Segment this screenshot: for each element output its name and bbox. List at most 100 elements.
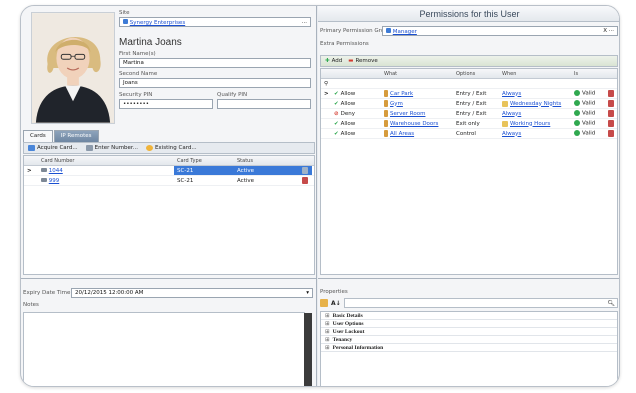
expand-icon[interactable]: ⊞ <box>325 313 330 319</box>
cards-col-status: Status <box>237 157 253 164</box>
property-category[interactable]: ⊞ Basic Details <box>321 312 617 320</box>
qualify-pin-field[interactable] <box>217 99 311 109</box>
portrait-image <box>32 13 114 123</box>
is-label: Valid <box>582 120 596 127</box>
table-row[interactable]: ✔ Allow Warehouse Doors Exit only Working Ho… <box>321 119 617 129</box>
action-label: Deny <box>340 110 355 117</box>
primary-group-link[interactable]: Manager <box>393 29 417 35</box>
trash-icon <box>301 167 308 174</box>
permission-when: Always <box>499 111 571 117</box>
door-icon <box>384 130 388 137</box>
expiry-field[interactable]: 20/12/2015 12:00:00 AM ▾ <box>71 288 313 298</box>
table-row[interactable]: ✔ Allow Gym Entry / Exit Wednesday Nights Val… <box>321 99 617 109</box>
site-field[interactable]: Synergy Enterprises ... <box>119 17 311 27</box>
permission-delete-button[interactable] <box>603 110 615 117</box>
when-link[interactable]: Working Hours <box>510 121 550 127</box>
site-link[interactable]: Synergy Enterprises <box>130 20 185 26</box>
sort-alpha-icon[interactable]: A↓ <box>331 300 341 307</box>
table-row[interactable]: 999 SC-21 Active <box>24 176 314 186</box>
what-link[interactable]: Server Room <box>390 111 425 117</box>
card-delete-button[interactable] <box>294 177 312 184</box>
valid-icon <box>574 110 580 117</box>
expand-icon[interactable]: ⊞ <box>325 329 330 335</box>
first-name-label: First Name(s) <box>119 51 156 57</box>
permission-action[interactable]: ⊘ Deny <box>331 111 381 117</box>
tab-ip-remotes[interactable]: IP Remotes <box>53 130 99 142</box>
add-permission-button[interactable]: ✚ Add <box>325 58 342 64</box>
property-category[interactable]: ⊞ User Lockout <box>321 328 617 336</box>
enter-number-button[interactable]: Enter Number... <box>85 145 138 151</box>
card-delete-button[interactable] <box>294 166 312 175</box>
what-link[interactable]: Gym <box>390 101 403 107</box>
when-link[interactable]: Wednesday Nights <box>510 101 561 107</box>
existing-card-button[interactable]: Existing Card... <box>145 145 197 151</box>
acquire-card-button[interactable]: Acquire Card... <box>28 145 78 151</box>
what-link[interactable]: Car Park <box>390 91 413 97</box>
perm-col-is: Is <box>574 70 579 77</box>
valid-icon <box>574 100 580 107</box>
expand-icon[interactable]: ⊞ <box>325 337 330 343</box>
property-category[interactable]: ⊞ Personal Information <box>321 344 617 352</box>
card-number-link[interactable]: 1044 <box>49 168 63 174</box>
user-full-name: Martina Joans <box>119 37 182 48</box>
property-category[interactable]: ⊞ User Options <box>321 320 617 328</box>
permission-what: Server Room <box>381 110 453 117</box>
app-window: Site Synergy Enterprises ... Martina Joa… <box>20 5 620 387</box>
permission-is: Valid <box>571 110 603 117</box>
clear-button[interactable]: X <box>603 28 607 34</box>
row-marker: > <box>324 90 329 97</box>
table-row[interactable]: ⊘ Deny Server Room Entry / Exit Always Valid <box>321 109 617 119</box>
table-row[interactable]: ✔ Allow All Areas Control Always Valid <box>321 129 617 139</box>
check-icon: ✔ <box>334 130 339 137</box>
permission-action[interactable]: ✔ Allow <box>331 101 381 107</box>
add-icon: ✚ <box>325 58 330 64</box>
security-pin-field[interactable]: •••••••• <box>119 99 213 109</box>
keypad-icon <box>85 145 93 151</box>
primary-group-field[interactable]: Manager X ··· <box>382 26 618 36</box>
what-link[interactable]: Warehouse Doors <box>390 121 438 127</box>
properties-search-input[interactable]: 🔍︎ <box>343 298 618 308</box>
permission-action[interactable]: ✔ Allow <box>331 131 381 137</box>
card-reader-icon <box>28 145 35 151</box>
row-marker: > <box>27 167 32 174</box>
door-icon <box>384 90 388 97</box>
action-label: Allow <box>340 130 356 137</box>
browse-button[interactable]: ··· <box>609 28 614 34</box>
delete-icon <box>607 110 614 117</box>
second-name-field[interactable]: Joans <box>119 78 311 88</box>
permission-delete-button[interactable] <box>603 100 615 107</box>
what-link[interactable]: All Areas <box>390 131 414 137</box>
expand-icon[interactable]: ⊞ <box>325 321 330 327</box>
table-row[interactable]: > ✔ Allow Car Park Entry / Exit Always Valid <box>321 89 617 99</box>
properties-grid: ⊞ Basic Details ⊞ User Options ⊞ User Lockout… <box>320 311 618 386</box>
cards-col-type: Card Type <box>177 157 202 164</box>
chevron-down-icon[interactable]: ▾ <box>306 290 309 296</box>
expand-icon[interactable]: ⊞ <box>325 345 330 351</box>
table-row[interactable]: > 1044 SC-21 Active <box>24 166 314 176</box>
first-name-field[interactable]: Martina <box>119 58 311 68</box>
categorized-view-icon[interactable] <box>320 299 328 307</box>
filter-icon[interactable]: ⚲ <box>321 81 335 87</box>
card-number-link[interactable]: 999 <box>49 178 60 184</box>
remove-permission-button[interactable]: ▬ Remove <box>348 58 378 64</box>
when-link[interactable]: Always <box>502 91 521 97</box>
is-label: Valid <box>582 100 596 107</box>
permission-delete-button[interactable] <box>603 130 615 137</box>
permission-delete-button[interactable] <box>603 120 615 127</box>
permission-action[interactable]: ✔ Allow <box>331 91 381 97</box>
site-browse-button[interactable]: ... <box>302 19 307 25</box>
property-category[interactable]: ⊞ Tenancy <box>321 336 617 344</box>
notes-label: Notes <box>23 302 39 308</box>
filter-row[interactable]: ⚲ <box>321 79 617 89</box>
properties-label: Properties <box>320 289 348 295</box>
when-link[interactable]: Always <box>502 131 521 137</box>
tab-cards[interactable]: Cards <box>23 130 53 142</box>
permission-action[interactable]: ✔ Allow <box>331 121 381 127</box>
when-link[interactable]: Always <box>502 111 521 117</box>
permission-delete-button[interactable] <box>603 90 615 97</box>
action-label: Allow <box>340 90 356 97</box>
check-icon: ✔ <box>334 100 339 107</box>
notes-scrollbar[interactable] <box>304 313 312 386</box>
notes-textarea[interactable] <box>23 312 312 386</box>
enter-number-label: Enter Number... <box>94 145 138 151</box>
